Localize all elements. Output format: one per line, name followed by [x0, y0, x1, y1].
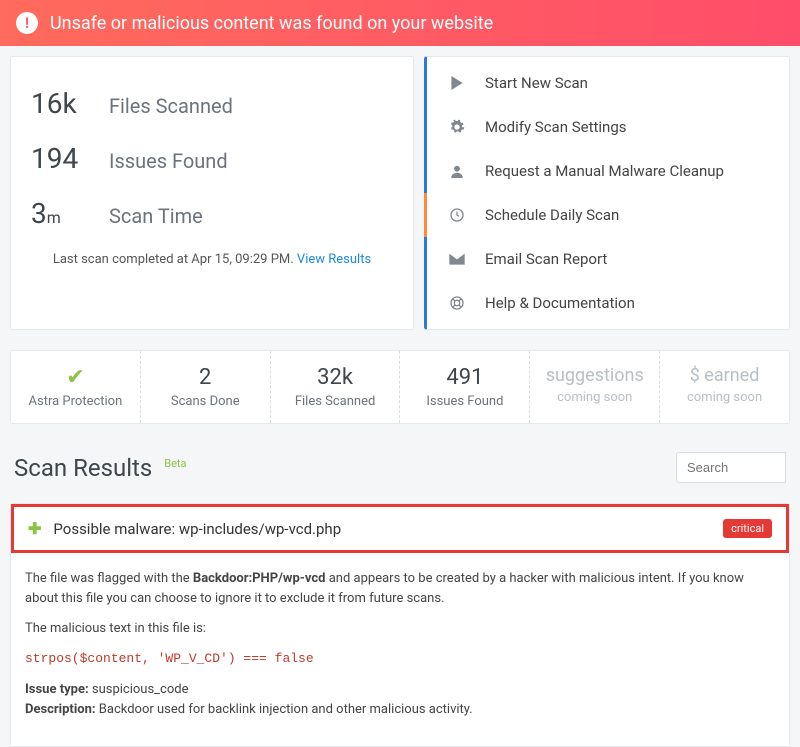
result-title: Possible malware: wp-includes/wp-vcd.php	[53, 520, 341, 538]
gear-icon	[447, 119, 467, 135]
expand-icon[interactable]: ✚	[28, 519, 41, 538]
result-item: ✚ Possible malware: wp-includes/wp-vcd.p…	[10, 503, 790, 747]
scan-time-label: Scan Time	[109, 204, 203, 228]
start-scan-button[interactable]: Start New Scan	[427, 61, 789, 105]
summary-bar: ✔ Astra Protection 2 Scans Done 32k File…	[10, 350, 790, 424]
search-input[interactable]	[676, 452, 786, 483]
user-icon	[447, 164, 467, 178]
summary-issues: 491 Issues Found	[400, 351, 530, 423]
last-scan-text: Last scan completed at Apr 15, 09:29 PM.…	[31, 252, 393, 267]
clock-icon	[447, 207, 467, 223]
beta-tag: Beta	[164, 457, 186, 470]
results-header: Scan Results Beta	[0, 434, 800, 493]
summary-files: 32k Files Scanned	[271, 351, 401, 423]
schedule-scan-button[interactable]: Schedule Daily Scan	[424, 193, 789, 237]
check-icon: ✔	[17, 365, 134, 390]
modify-settings-button[interactable]: Modify Scan Settings	[427, 105, 789, 149]
alert-message: Unsafe or malicious content was found on…	[50, 13, 493, 34]
severity-badge: critical	[723, 519, 772, 538]
results-heading: Scan Results Beta	[14, 454, 187, 482]
scan-time-value: 3m	[31, 197, 91, 230]
issues-found-value: 194	[31, 142, 91, 175]
summary-suggestions: suggestions coming soon	[530, 351, 660, 423]
issues-found-label: Issues Found	[109, 149, 228, 173]
warning-icon: !	[16, 12, 38, 34]
actions-panel: Start New Scan Modify Scan Settings Requ…	[424, 56, 790, 330]
result-header-row[interactable]: ✚ Possible malware: wp-includes/wp-vcd.p…	[11, 504, 789, 553]
life-ring-icon	[447, 295, 467, 311]
summary-protection: ✔ Astra Protection	[11, 351, 141, 423]
search-box[interactable]	[676, 452, 786, 483]
summary-scans-done: 2 Scans Done	[141, 351, 271, 423]
files-scanned-label: Files Scanned	[109, 94, 233, 118]
view-results-link[interactable]: View Results	[297, 252, 371, 267]
files-scanned-value: 16k	[31, 87, 91, 120]
help-button[interactable]: Help & Documentation	[427, 281, 789, 325]
result-body: The file was flagged with the Backdoor:P…	[11, 553, 789, 746]
email-report-button[interactable]: Email Scan Report	[427, 237, 789, 281]
request-cleanup-button[interactable]: Request a Manual Malware Cleanup	[427, 149, 789, 193]
scan-stats-panel: 16k Files Scanned 194 Issues Found 3m Sc…	[10, 56, 414, 330]
summary-earned: $ earned coming soon	[660, 351, 789, 423]
alert-banner: ! Unsafe or malicious content was found …	[0, 0, 800, 46]
mail-icon	[447, 253, 467, 265]
malicious-code: strpos($content, 'WP_V_CD') === false	[25, 649, 775, 669]
play-icon	[447, 76, 467, 90]
